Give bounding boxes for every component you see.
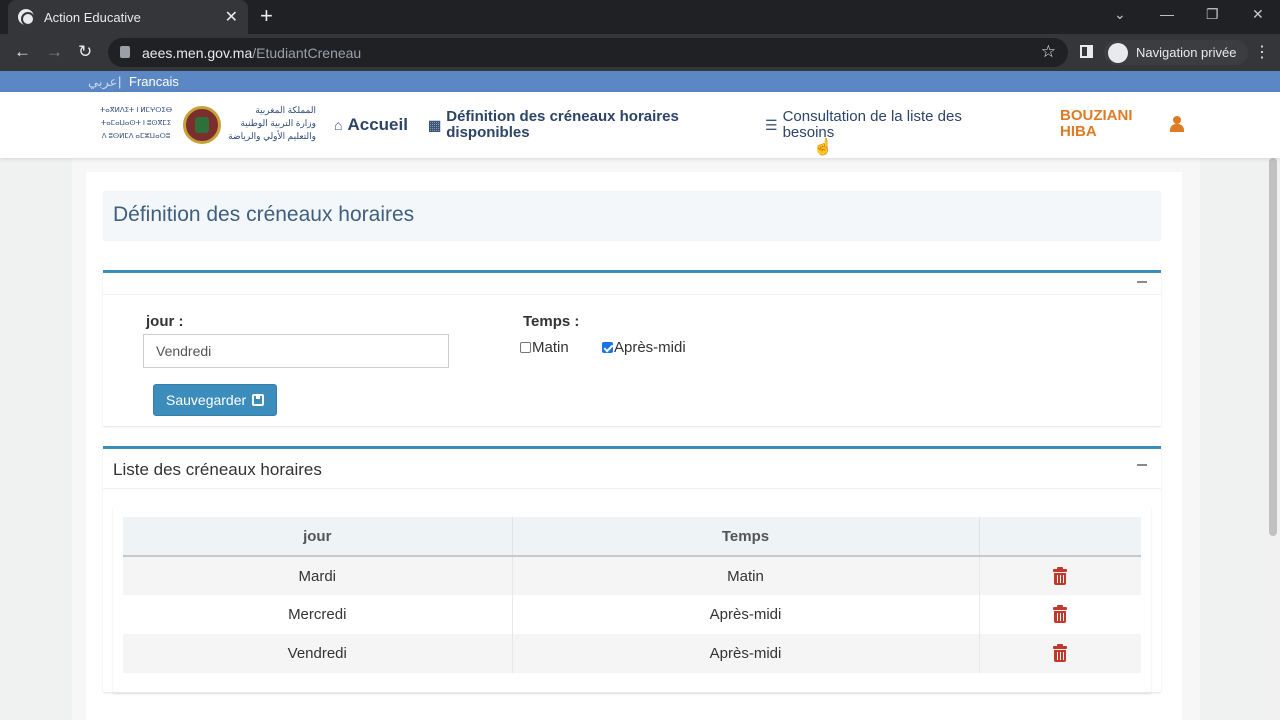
back-icon[interactable]: ← [14, 42, 31, 62]
chevron-down-icon[interactable]: ⌄ [1114, 6, 1126, 23]
home-icon: ⌂ [334, 117, 343, 133]
tab-title: Action Educative [44, 9, 141, 25]
save-button[interactable]: Sauvegarder [153, 384, 278, 416]
column-header-jour: jour [123, 517, 513, 557]
table-container: jour Temps Mardi Matin Mercredi Après-mi… [113, 507, 1151, 693]
nav-creneaux-label: Définition des créneaux horaires disponi… [446, 108, 679, 141]
floppy-disk-icon [252, 394, 265, 406]
browser-tab-strip: Action Educative ✕ + ⌄ — ❐ ✕ [0, 0, 1280, 34]
creneaux-table: jour Temps Mardi Matin Mercredi Après-mi… [123, 517, 1141, 673]
jour-label: jour : [146, 313, 184, 330]
nav-accueil-label: Accueil [347, 115, 408, 134]
cell-actions [979, 556, 1141, 595]
new-tab-icon[interactable]: + [260, 5, 273, 27]
column-header-actions [979, 517, 1141, 557]
coat-of-arms-icon [183, 106, 221, 144]
table-row: Mercredi Après-midi [123, 595, 1141, 634]
restore-icon[interactable]: ❐ [1206, 6, 1219, 23]
mouse-cursor-icon: ☝ [813, 139, 833, 156]
checkbox-checked-icon[interactable] [602, 342, 613, 353]
table-row: Mardi Matin [123, 556, 1141, 595]
cell-actions [979, 595, 1141, 634]
column-header-temps: Temps [512, 517, 980, 557]
lang-french-link[interactable]: Francais [129, 74, 179, 89]
calendar-icon: ▦ [428, 117, 442, 133]
menu-kebab-icon[interactable]: ⋮ [1254, 42, 1270, 62]
url-field[interactable]: aees.men.gov.ma/EtudiantCreneau ☆ [108, 38, 1068, 67]
nav-besoins[interactable]: ☰ Consultation de la liste des besoins [765, 92, 1015, 158]
jour-field[interactable] [143, 334, 449, 368]
save-button-label: Sauvegarder [166, 392, 247, 408]
scrollbar[interactable] [1266, 158, 1280, 720]
cell-temps: Après-midi [512, 595, 980, 634]
form-panel: jour : Temps : Matin Après-midi Sauvegar… [103, 270, 1161, 426]
trash-icon[interactable] [1053, 566, 1068, 585]
list-title: Liste des créneaux horaires [113, 460, 322, 479]
matin-label: Matin [532, 339, 569, 356]
temps-label: Temps : [523, 313, 580, 330]
site-header: ⵜⴰⴳⵍⴷⵉⵜ ⵏ ⵍⵎⵖⵔⵉⴱ ⵜⴰⵎⴰⵡⴰⵙⵜ ⵏ ⵓⵙⴳⵎⵉ ⴷ ⵓⵙⵍⵎ… [0, 92, 1280, 158]
bookmark-star-icon[interactable]: ☆ [1041, 42, 1056, 62]
close-icon[interactable]: ✕ [225, 7, 238, 27]
checkbox-unchecked-icon[interactable] [520, 342, 531, 353]
trash-icon[interactable] [1053, 644, 1068, 662]
user-icon[interactable] [1170, 116, 1184, 132]
scrollbar-thumb[interactable] [1269, 158, 1277, 536]
page-title: Définition des créneaux horaires [113, 203, 415, 226]
ministry-logo-tifinagh: ⵜⴰⴳⵍⴷⵉⵜ ⵏ ⵍⵎⵖⵔⵉⴱ ⵜⴰⵎⴰⵡⴰⵙⵜ ⵏ ⵓⵙⴳⵎⵉ ⴷ ⵓⵙⵍⵎ… [99, 107, 173, 140]
cell-jour: Vendredi [123, 634, 513, 673]
incognito-badge[interactable]: Navigation privée [1104, 40, 1249, 65]
url-text: aees.men.gov.ma/EtudiantCreneau [142, 45, 362, 61]
list-icon: ☰ [765, 117, 778, 133]
cell-temps: Après-midi [512, 634, 980, 673]
reload-icon[interactable]: ↻ [78, 42, 92, 62]
window-close-icon[interactable]: ✕ [1252, 6, 1264, 23]
cell-actions [979, 634, 1141, 673]
list-panel-header: Liste des créneaux horaires [103, 449, 1161, 489]
forward-icon[interactable]: → [46, 42, 63, 62]
lang-arabic-link[interactable]: عربي [88, 74, 117, 90]
page-title-box: Définition des créneaux horaires [103, 191, 1161, 241]
minimize-icon[interactable]: — [1160, 6, 1174, 22]
list-panel: Liste des créneaux horaires jour Temps M… [103, 446, 1161, 692]
cell-jour: Mardi [123, 556, 513, 595]
matin-checkbox[interactable]: Matin [520, 339, 569, 356]
side-panel-icon[interactable] [1080, 45, 1093, 58]
language-bar: عربي | Francais [0, 71, 1280, 92]
table-row: Vendredi Après-midi [123, 634, 1141, 673]
globe-icon [18, 9, 35, 26]
browser-tab[interactable]: Action Educative ✕ [8, 0, 248, 34]
nav-accueil[interactable]: ⌂ Accueil [334, 92, 408, 158]
apres-midi-label: Après-midi [614, 339, 686, 356]
collapse-icon[interactable] [1137, 281, 1147, 283]
apres-midi-checkbox[interactable]: Après-midi [602, 339, 686, 356]
incognito-label: Navigation privée [1136, 45, 1237, 60]
nav-creneaux[interactable]: ▦ Définition des créneaux horaires dispo… [428, 92, 728, 158]
cell-temps: Matin [512, 556, 980, 595]
user-name[interactable]: BOUZIANI HIBA [1060, 108, 1150, 140]
form-panel-header [103, 273, 1161, 295]
table-header-row: jour Temps [123, 517, 1141, 557]
collapse-icon[interactable] [1137, 464, 1147, 466]
lang-separator: | [118, 74, 122, 89]
address-bar: ← → ↻ aees.men.gov.ma/EtudiantCreneau ☆ … [0, 34, 1280, 71]
ministry-logo-arabic: المملكة المغربية وزارة التربية الوطنية و… [228, 105, 316, 141]
trash-icon[interactable] [1053, 605, 1068, 623]
lock-icon [120, 46, 130, 58]
incognito-icon [1108, 42, 1128, 63]
cell-jour: Mercredi [123, 595, 513, 634]
